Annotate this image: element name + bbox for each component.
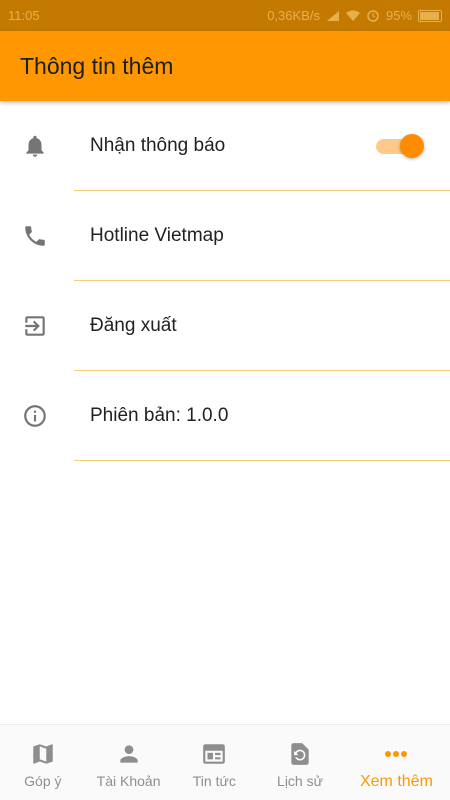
history-icon <box>287 741 313 767</box>
nav-item-news[interactable]: Tin tức <box>171 725 257 800</box>
phone-icon <box>20 221 50 251</box>
battery-percent: 95% <box>385 8 412 23</box>
nav-item-more[interactable]: Xem thêm <box>343 725 450 800</box>
more-icon <box>383 741 409 767</box>
list-item-label: Phiên bản: 1.0.0 <box>90 405 229 426</box>
nav-item-history[interactable]: Lịch sử <box>257 725 343 800</box>
person-icon <box>116 741 142 767</box>
map-icon <box>30 741 56 767</box>
nav-label: Lịch sử <box>277 773 323 789</box>
info-icon <box>20 401 50 431</box>
alarm-icon <box>367 9 379 22</box>
divider <box>74 460 450 461</box>
logout-icon <box>20 311 50 341</box>
page-title: Thông tin thêm <box>20 52 174 79</box>
nav-label: Tài Khoản <box>96 773 161 789</box>
list-item-label: Đăng xuất <box>90 315 177 336</box>
list-item-label: Hotline Vietmap <box>90 225 224 246</box>
status-time: 11:05 <box>8 8 40 23</box>
signal-icon <box>326 10 339 21</box>
list-item-logout[interactable]: Đăng xuất <box>0 281 450 371</box>
list-item-label: Nhận thông báo <box>90 135 226 156</box>
nav-item-account[interactable]: Tài Khoản <box>86 725 172 800</box>
settings-list: Nhận thông báo Hotline Vietmap Đăng xuất… <box>0 101 450 461</box>
list-item-notifications[interactable]: Nhận thông báo <box>0 101 450 191</box>
status-bar: 11:05 0,36KB/s 95% <box>0 0 450 31</box>
nav-label: Xem thêm <box>359 773 433 790</box>
list-item-version[interactable]: Phiên bản: 1.0.0 <box>0 371 450 461</box>
wifi-icon <box>345 10 360 21</box>
app-bar: Thông tin thêm <box>0 31 450 101</box>
nav-label: Góp ý <box>24 773 62 789</box>
nav-label: Tin tức <box>192 773 236 789</box>
list-item-hotline[interactable]: Hotline Vietmap <box>0 191 450 281</box>
nav-item-feedback[interactable]: Góp ý <box>0 725 86 800</box>
bottom-nav: Góp ý Tài Khoản Tin tức Lịch sử Xem thêm <box>0 724 450 800</box>
network-speed: 0,36KB/s <box>267 8 320 23</box>
notifications-toggle[interactable] <box>376 134 424 158</box>
bell-icon <box>20 131 50 161</box>
toggle-thumb <box>400 134 424 158</box>
battery-icon <box>418 9 442 22</box>
news-icon <box>201 741 227 767</box>
status-indicators: 0,36KB/s 95% <box>267 8 442 23</box>
